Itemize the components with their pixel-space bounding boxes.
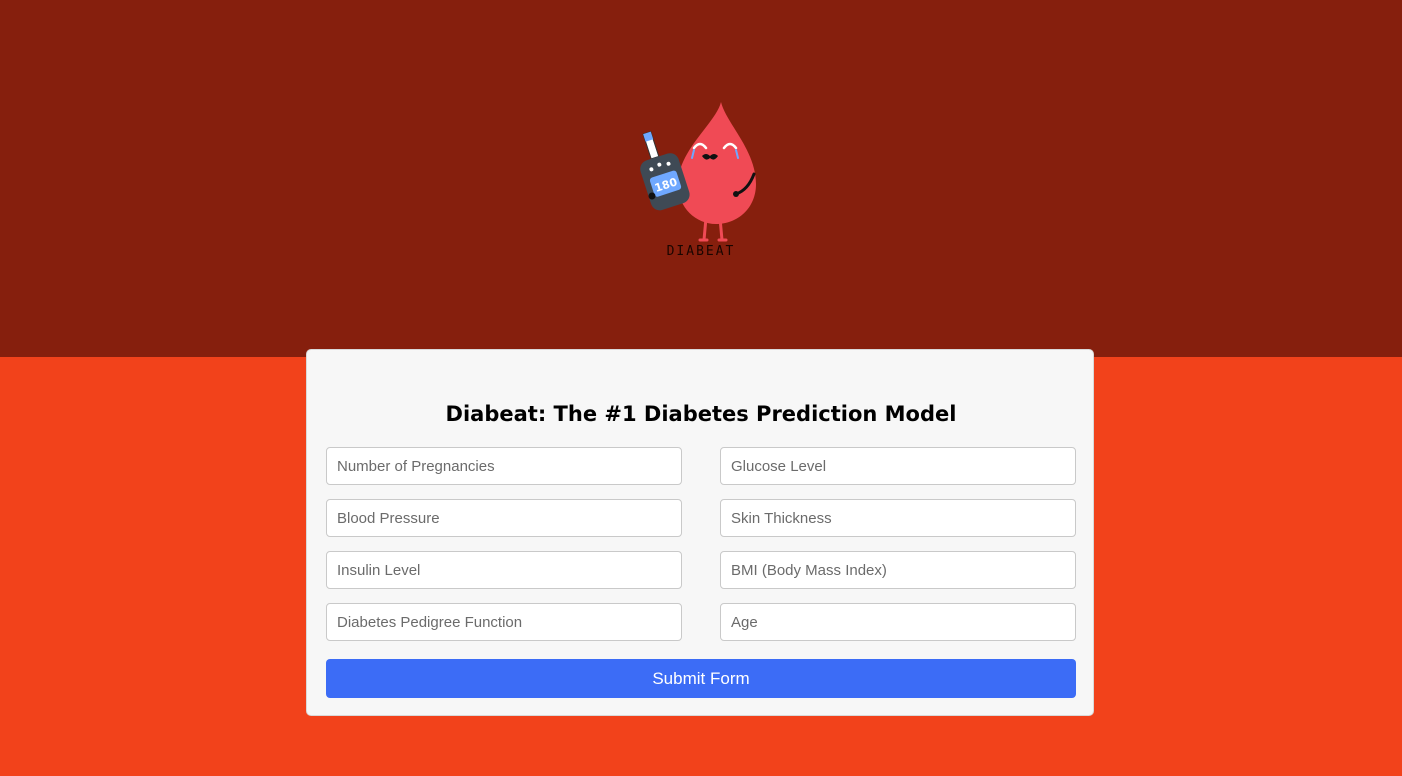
insulin-input[interactable] — [326, 551, 682, 589]
blood-pressure-input[interactable] — [326, 499, 682, 537]
glucose-input[interactable] — [720, 447, 1076, 485]
logo-wordmark: DIABEAT — [666, 244, 736, 259]
bmi-input[interactable] — [720, 551, 1076, 589]
age-input[interactable] — [720, 603, 1076, 641]
skin-thickness-input[interactable] — [720, 499, 1076, 537]
prediction-form-card: Diabeat: The #1 Diabetes Prediction Mode… — [306, 349, 1094, 716]
pedigree-function-input[interactable] — [326, 603, 682, 641]
submit-form-button[interactable]: Submit Form — [326, 659, 1076, 698]
pregnancies-input[interactable] — [326, 447, 682, 485]
blood-drop-mascot-icon: 180 — [640, 102, 756, 242]
page: 180 DIABEAT Diabeat: The #1 Diabetes Pre… — [0, 0, 1402, 776]
form-title: Diabeat: The #1 Diabetes Prediction Mode… — [445, 402, 957, 426]
